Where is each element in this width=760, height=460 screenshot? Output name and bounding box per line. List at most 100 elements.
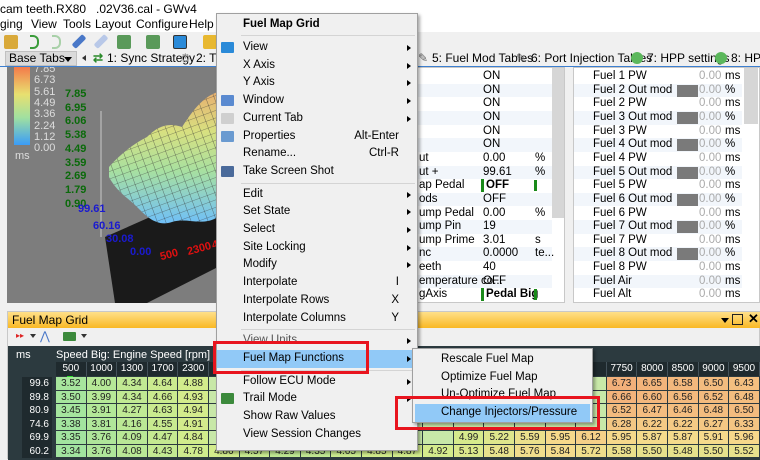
grid-cell[interactable]: 5.58 (606, 444, 638, 458)
grid-cell[interactable]: 6.52 (698, 390, 730, 404)
grid-cell[interactable]: 3.76 (86, 444, 118, 458)
channel-row[interactable]: Fuel 5 PW 0.00 ms (574, 179, 742, 193)
property-value[interactable]: ON (483, 125, 500, 138)
grid-cell[interactable]: 6.60 (637, 390, 668, 404)
property-value[interactable]: 19 (483, 220, 496, 233)
column-header[interactable]: 8500 (668, 362, 699, 376)
menu-item-current-tab[interactable]: Current Tab (217, 110, 417, 128)
grid-cell[interactable]: 3.76 (86, 431, 118, 445)
column-header[interactable]: 9000 (698, 362, 730, 376)
grid-cell[interactable]: 3.99 (86, 390, 118, 404)
menu-item-x-axis[interactable]: X Axis (217, 57, 417, 75)
menu-item-interpolate[interactable]: Interpolate I (217, 274, 417, 292)
grid-cell[interactable]: 4.92 (423, 444, 454, 458)
property-value[interactable]: OFF (483, 275, 506, 288)
grid-cell[interactable]: 4.84 (178, 431, 209, 445)
connect-icon[interactable] (71, 34, 87, 49)
tab-hpp[interactable]: 8: HPP (731, 51, 760, 65)
grid-cell[interactable]: 4.16 (117, 417, 148, 431)
channel-row[interactable]: Fuel 8 PW 0.00 ms (574, 261, 742, 275)
grid-cell[interactable]: 5.76 (515, 444, 546, 458)
submenu-item-rescale-fuel-map[interactable]: Rescale Fuel Map (415, 351, 590, 369)
property-value[interactable]: ON (483, 97, 500, 110)
grid-cell[interactable]: 5.50 (698, 444, 730, 458)
grid-cell[interactable]: 6.33 (729, 417, 760, 431)
grid-cell[interactable]: 6.73 (606, 377, 638, 391)
float-window-icon[interactable] (732, 314, 743, 325)
channel-row[interactable]: Fuel 5 Out mod 0.00% (574, 165, 742, 180)
menu-item-trail-mode[interactable]: Trail Mode (217, 390, 417, 408)
grid-cell[interactable]: 4.00 (86, 377, 118, 391)
ecu-upload-icon[interactable] (146, 35, 160, 49)
grid-cell[interactable]: 5.48 (484, 444, 515, 458)
channel-row[interactable]: Fuel Air 0.00 ms (574, 274, 742, 289)
column-header[interactable]: 8000 (637, 362, 668, 376)
grid-cell[interactable]: 5.95 (606, 431, 638, 445)
ecu-star-icon[interactable] (117, 35, 131, 49)
grid-cell[interactable]: 6.43 (729, 377, 760, 391)
property-value[interactable]: OFF (483, 193, 506, 206)
column-header[interactable]: 9500 (729, 362, 760, 376)
property-value[interactable]: 0.00 (483, 207, 505, 220)
menu-item-interpolate-rows[interactable]: Interpolate Rows X (217, 292, 417, 310)
chevron-down-icon[interactable] (81, 334, 87, 338)
grid-cell[interactable]: 6.27 (698, 417, 730, 431)
column-header[interactable]: 7750 (606, 362, 638, 376)
channel-row[interactable]: Fuel Alt 0.00 ms (574, 288, 742, 302)
grid-cell[interactable] (423, 431, 454, 445)
close-icon[interactable]: ✕ (748, 311, 759, 327)
menu-item-rename[interactable]: Rename... Ctrl-R (217, 145, 417, 163)
disconnect-icon[interactable] (93, 34, 109, 49)
menu-item-edit[interactable]: Edit (217, 186, 417, 204)
property-value[interactable]: ON (483, 84, 500, 97)
grid-cell[interactable]: 3.52 (56, 377, 87, 391)
redo-icon[interactable] (52, 35, 61, 49)
scrollbar-thumb[interactable] (552, 68, 564, 218)
fuel-map-3d-plot[interactable]: 7.85 6.73 5.61 4.49 3.36 2.24 1.12 0.00 ms 7.85 6… (7, 67, 218, 303)
grid-cell[interactable]: 4.34 (117, 377, 148, 391)
grid-cell[interactable]: 5.95 (545, 431, 577, 445)
menu-item-view-units[interactable]: View Units (217, 332, 417, 350)
grid-cell[interactable]: 4.43 (147, 444, 179, 458)
row-header[interactable]: 89.8 (22, 390, 52, 404)
grid-cell[interactable]: 4.47 (147, 431, 179, 445)
tab-group-select[interactable]: Base Tabs (5, 51, 77, 66)
property-value[interactable]: OFF (481, 179, 509, 193)
grid-cell[interactable]: 5.59 (515, 431, 546, 445)
chevron-down-icon[interactable] (30, 334, 36, 338)
grid-cell[interactable]: 6.46 (668, 404, 699, 418)
channel-row[interactable]: Fuel 6 Out mod 0.00% (574, 192, 742, 207)
grid-cell[interactable]: 4.93 (178, 390, 209, 404)
grid-cell[interactable]: 6.56 (668, 390, 699, 404)
property-value[interactable]: 40 (483, 261, 496, 274)
menu-configure[interactable]: Configure (136, 17, 188, 31)
menu-item-properties[interactable]: Properties Alt-Enter (217, 128, 417, 146)
property-value[interactable]: ON (483, 70, 500, 83)
grid-cell[interactable]: 4.63 (147, 404, 179, 418)
property-value[interactable]: 3.01 (483, 234, 505, 247)
property-value[interactable]: ON (483, 111, 500, 124)
grid-cell[interactable]: 6.28 (606, 417, 638, 431)
tab-scroll-left-icon[interactable] (82, 55, 86, 61)
menu-item-site-locking[interactable]: Site Locking (217, 239, 417, 257)
channel-row[interactable]: Fuel 2 Out mod 0.00% (574, 83, 742, 98)
menu-tools[interactable]: Tools (63, 17, 91, 31)
trail-mode-icon[interactable] (63, 332, 76, 341)
grid-cell[interactable]: 4.88 (178, 377, 209, 391)
submenu-item-un-optimize-fuel-map[interactable]: Un-Optimize Fuel Map (415, 386, 590, 404)
grid-cell[interactable]: 6.22 (637, 417, 668, 431)
grid-cell[interactable]: 5.22 (484, 431, 515, 445)
grid-cell[interactable]: 5.48 (668, 444, 699, 458)
menu-item-window[interactable]: Window (217, 92, 417, 110)
grid-cell[interactable]: 4.55 (147, 417, 179, 431)
grid-cell[interactable]: 5.87 (668, 431, 699, 445)
column-header[interactable]: 1000 (86, 362, 118, 376)
channel-row[interactable]: Fuel 2 PW 0.00 ms (574, 97, 742, 111)
row-header[interactable]: 80.9 (22, 404, 52, 418)
grid-cell[interactable]: 4.09 (117, 431, 148, 445)
grid-cell[interactable]: 5.96 (729, 431, 760, 445)
grid-cell[interactable]: 5.91 (698, 431, 730, 445)
menu-item-select[interactable]: Select (217, 221, 417, 239)
grid-cell[interactable]: 5.52 (729, 444, 760, 458)
grid-cell[interactable]: 6.65 (637, 377, 668, 391)
